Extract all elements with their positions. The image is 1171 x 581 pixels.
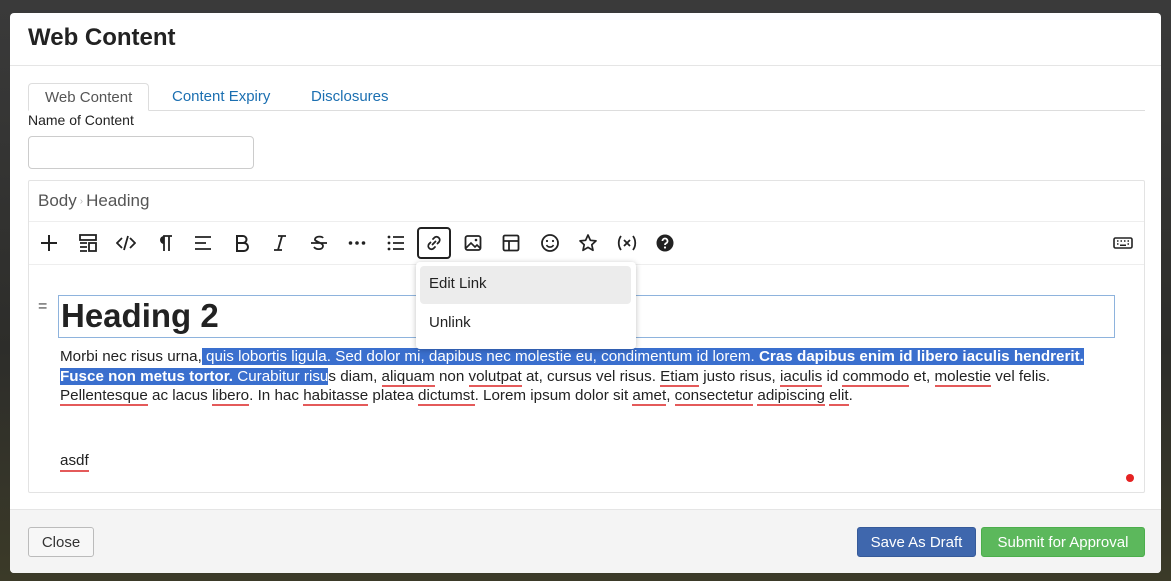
misspelled-word: habitasse (303, 387, 369, 406)
breadcrumb-separator-icon: › (79, 196, 84, 208)
paragraph-icon (160, 235, 172, 251)
misspelled-word: dictumst (418, 387, 475, 406)
misspelled-word: Etiam (660, 367, 699, 387)
breadcrumb-item-heading[interactable]: Heading (86, 191, 149, 210)
insert-variable-button[interactable] (610, 227, 644, 259)
text-segment: . (848, 387, 853, 404)
insert-table-button[interactable] (494, 227, 528, 259)
help-button[interactable] (648, 227, 682, 259)
modal-title: Web Content (28, 24, 176, 51)
text-segment: . In hac (249, 387, 304, 404)
list-icon (387, 235, 404, 251)
insert-block-button[interactable] (32, 227, 66, 259)
misspelled-word: amet (632, 387, 667, 406)
help-icon (656, 234, 674, 252)
selected-text: Curabitur risu (233, 367, 329, 385)
modal-footer: Close Save As Draft Submit for Approval (10, 509, 1161, 573)
list-button[interactable] (379, 227, 413, 259)
breadcrumb: Body › Heading (29, 181, 1144, 222)
misspelled-word: iaculis (780, 367, 823, 387)
unlink-menu-item[interactable]: Unlink (420, 305, 631, 343)
emoji-icon (541, 234, 559, 252)
tab-content-expiry[interactable]: Content Expiry (156, 83, 286, 111)
text-segment: et, (909, 367, 935, 385)
text-segment: justo risus, (698, 367, 780, 385)
text-segment: id (822, 367, 843, 385)
text-segment: platea (368, 387, 419, 404)
text-segment: vel felis. (991, 367, 1051, 385)
blocks-icon (79, 234, 97, 252)
name-of-content-label: Name of Content (28, 112, 134, 128)
insert-image-button[interactable] (456, 227, 490, 259)
strikethrough-icon (311, 235, 327, 251)
breadcrumb-item-body[interactable]: Body (38, 191, 77, 210)
star-icon (579, 234, 597, 252)
text-segment: s diam, (328, 367, 382, 385)
web-content-modal: Web Content Web Content Content Expiry D… (10, 13, 1161, 573)
bold-button[interactable] (225, 227, 259, 259)
submit-for-approval-button[interactable]: Submit for Approval (981, 527, 1145, 557)
align-button[interactable] (186, 227, 220, 259)
text-segment: Morbi nec risus urna, (60, 348, 202, 365)
block-type-button[interactable] (71, 227, 105, 259)
close-button[interactable]: Close (28, 527, 94, 557)
table-icon (502, 234, 520, 252)
body-paragraph[interactable]: Morbi nec risus urna, quis lobortis ligu… (60, 347, 1120, 406)
insert-emoji-button[interactable] (533, 227, 567, 259)
text-segment: , (666, 387, 675, 404)
misspelled-word: commodo (842, 367, 910, 387)
edit-link-menu-item[interactable]: Edit Link (420, 266, 631, 304)
status-indicator-dot (1126, 474, 1134, 482)
italic-button[interactable] (263, 227, 297, 259)
selected-text: quis lobortis ligula. Sed dolor mi, dapi… (201, 348, 759, 365)
more-icon (348, 241, 366, 245)
keyboard-icon (1113, 237, 1133, 249)
link-icon (427, 235, 441, 251)
insert-special-button[interactable] (571, 227, 605, 259)
modal-header: Web Content (10, 13, 1161, 66)
paragraph-format-button[interactable] (148, 227, 182, 259)
misspelled-word: consectetur (674, 387, 754, 406)
name-of-content-input[interactable] (28, 136, 254, 169)
tab-bar: Web Content Content Expiry Disclosures (28, 83, 1145, 111)
misspelled-word: Pellentesque (60, 387, 148, 406)
code-icon (116, 235, 136, 251)
link-context-menu: Edit Link Unlink (416, 262, 636, 349)
second-paragraph[interactable]: asdf (60, 451, 89, 472)
misspelled-word: aliquam (381, 367, 435, 387)
text-segment: non (434, 367, 469, 385)
misspelled-word: volutpat (468, 367, 522, 387)
bold-icon (236, 235, 249, 252)
more-formatting-button[interactable] (340, 227, 374, 259)
save-as-draft-button[interactable]: Save As Draft (857, 527, 976, 557)
align-left-icon (195, 236, 211, 250)
link-button[interactable] (417, 227, 451, 259)
tab-web-content[interactable]: Web Content (28, 83, 150, 111)
keyboard-shortcuts-button[interactable] (1106, 227, 1140, 259)
misspelled-word: adipiscing (757, 387, 825, 406)
plus-icon (41, 235, 57, 251)
tab-disclosures[interactable]: Disclosures (295, 83, 405, 111)
code-view-button[interactable] (109, 227, 143, 259)
text-segment: at, cursus vel risus. (521, 367, 661, 385)
image-icon (464, 235, 482, 251)
heading-2-text[interactable]: Heading 2 (61, 297, 219, 335)
variable-icon (617, 235, 637, 251)
misspelled-word: libero (211, 387, 250, 406)
italic-icon (274, 235, 286, 251)
block-handle[interactable]: = (38, 298, 47, 316)
strikethrough-button[interactable] (302, 227, 336, 259)
misspelled-word: molestie (934, 367, 992, 387)
editor-toolbar (29, 222, 1144, 265)
text-segment: . Lorem ipsum dolor sit (474, 387, 633, 404)
text-segment: ac lacus (147, 387, 212, 404)
misspelled-word: elit (829, 387, 849, 406)
